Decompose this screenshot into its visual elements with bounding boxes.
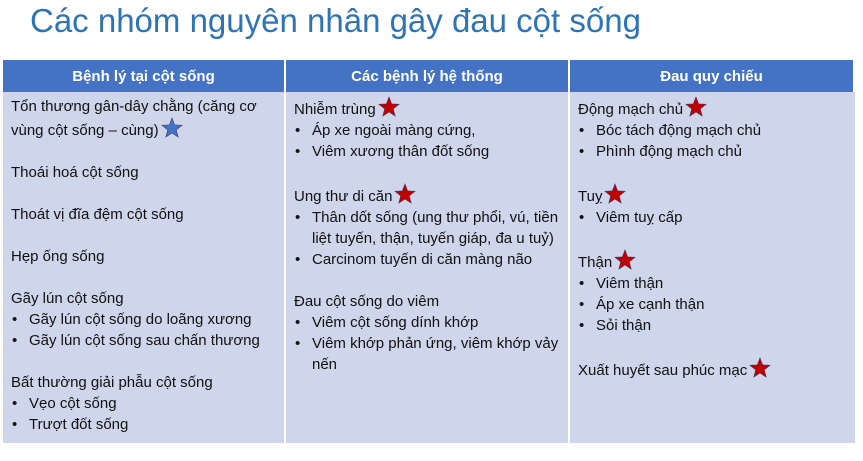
group-heading-text: Bất thường giải phẫu cột sống — [11, 374, 213, 391]
red-star-icon — [749, 357, 772, 379]
bullet-list: Thân dốt sống (ung thư phổi, vú, tiền li… — [294, 207, 560, 270]
group: Xuất huyết sau phúc mạc — [578, 357, 847, 381]
bullet-list: Viêm cột sống dính khớpViêm khớp phản ứn… — [294, 312, 560, 375]
column-header-spinal: Bệnh lý tại cột sống — [3, 60, 286, 92]
group-heading: Tổn thương gân-dây chằng (căng cơ vùng c… — [11, 96, 276, 141]
group: Tổn thương gân-dây chằng (căng cơ vùng c… — [11, 96, 276, 141]
group-heading: Thoái hoá cột sống — [11, 162, 276, 183]
group-heading: Hẹp ống sống — [11, 246, 276, 267]
list-item: Viêm tuỵ cấp — [579, 207, 847, 228]
group-heading-text: Đau cột sống do viêm — [294, 293, 440, 310]
bullet-list: Bóc tách động mạch chủPhình động mạch ch… — [578, 120, 847, 162]
group-heading-text: Xuất huyết sau phúc mạc — [578, 362, 748, 379]
group: Nhiễm trùng Áp xe ngoài màng cứng,Viêm xư… — [294, 96, 560, 162]
group: Gãy lún cột sống Gãy lún cột sống do loãn… — [11, 288, 276, 351]
group-heading: Thoát vị đĩa đệm cột sống — [11, 204, 276, 225]
red-star-icon — [685, 96, 707, 118]
list-item: Thân dốt sống (ung thư phổi, vú, tiền li… — [295, 207, 560, 249]
blue-star-icon — [160, 117, 183, 139]
group: Tuỵ Viêm tuỵ cấp — [578, 183, 847, 228]
group-heading-text: Hẹp ống sống — [11, 248, 105, 265]
group-heading-text: Thận — [578, 254, 613, 271]
group-heading: Nhiễm trùng — [294, 96, 560, 120]
column-cell-spinal: Tổn thương gân-dây chằng (căng cơ vùng c… — [3, 92, 286, 443]
list-item: Viêm khớp phản ứng, viêm khớp vảy nến — [295, 333, 560, 375]
bullet-list: Viêm tuỵ cấp — [578, 207, 847, 228]
red-star-icon — [604, 183, 627, 205]
group-heading-text: Tổn thương gân-dây chằng (căng cơ vùng c… — [11, 98, 257, 139]
group-heading-text: Tuỵ — [578, 188, 603, 205]
list-item: Gãy lún cột sống sau chấn thương — [12, 330, 276, 351]
group-heading: Đau cột sống do viêm — [294, 291, 560, 312]
column-cell-referred: Động mạch chủ Bóc tách động mạch chủPhình… — [570, 92, 855, 443]
group-heading: Xuất huyết sau phúc mạc — [578, 357, 847, 381]
bullet-list: Vẹo cột sốngTrượt đốt sống — [11, 393, 276, 435]
group: Thoái hoá cột sống — [11, 162, 276, 183]
group: Thận Viêm thậnÁp xe cạnh thậnSỏi thận — [578, 249, 847, 336]
group: Ung thư di căn Thân dốt sống (ung thư phổ… — [294, 183, 560, 270]
red-star-icon — [394, 183, 417, 205]
group-heading-text: Thoát vị đĩa đệm cột sống — [11, 206, 184, 223]
group-heading-text: Gãy lún cột sống — [11, 290, 124, 307]
bullet-list: Gãy lún cột sống do loãng xươngGãy lún c… — [11, 309, 276, 351]
list-item: Viêm xương thân đốt sống — [295, 141, 560, 162]
column-header-systemic: Các bệnh lý hệ thống — [286, 60, 570, 92]
group-heading: Động mạch chủ — [578, 96, 847, 120]
bullet-list: Áp xe ngoài màng cứng,Viêm xương thân đố… — [294, 120, 560, 162]
red-star-icon — [614, 249, 637, 271]
list-item: Bóc tách động mạch chủ — [579, 120, 847, 141]
group-heading: Gãy lún cột sống — [11, 288, 276, 309]
column-cell-systemic: Nhiễm trùng Áp xe ngoài màng cứng,Viêm xư… — [286, 92, 570, 443]
list-item: Viêm cột sống dính khớp — [295, 312, 560, 333]
list-item: Gãy lún cột sống do loãng xương — [12, 309, 276, 330]
red-star-icon — [377, 96, 400, 118]
group: Bất thường giải phẫu cột sống Vẹo cột sốn… — [11, 372, 276, 435]
group: Thoát vị đĩa đệm cột sống — [11, 204, 276, 225]
group-heading-text: Động mạch chủ — [578, 101, 684, 118]
group: Động mạch chủ Bóc tách động mạch chủPhình… — [578, 96, 847, 162]
list-item: Trượt đốt sống — [12, 414, 276, 435]
group-heading-text: Thoái hoá cột sống — [11, 164, 139, 181]
list-item: Áp xe ngoài màng cứng, — [295, 120, 560, 141]
group: Đau cột sống do viêm Viêm cột sống dính k… — [294, 291, 560, 375]
group-heading: Tuỵ — [578, 183, 847, 207]
group-heading: Ung thư di căn — [294, 183, 560, 207]
list-item: Carcinom tuyến di căn màng não — [295, 249, 560, 270]
bullet-list: Viêm thậnÁp xe cạnh thậnSỏi thận — [578, 273, 847, 336]
group-heading: Bất thường giải phẫu cột sống — [11, 372, 276, 393]
list-item: Vẹo cột sống — [12, 393, 276, 414]
list-item: Viêm thận — [579, 273, 847, 294]
list-item: Áp xe cạnh thận — [579, 294, 847, 315]
group-heading-text: Nhiễm trùng — [294, 101, 376, 118]
column-header-referred: Đau quy chiếu — [570, 60, 855, 92]
list-item: Sỏi thận — [579, 315, 847, 336]
group-heading-text: Ung thư di căn — [294, 188, 393, 205]
group-heading: Thận — [578, 249, 847, 273]
list-item: Phình động mạch chủ — [579, 141, 847, 162]
group: Hẹp ống sống — [11, 246, 276, 267]
causes-table: Bệnh lý tại cột sống Các bệnh lý hệ thốn… — [3, 60, 855, 443]
page-title: Các nhóm nguyên nhân gây đau cột sống — [30, 2, 641, 39]
